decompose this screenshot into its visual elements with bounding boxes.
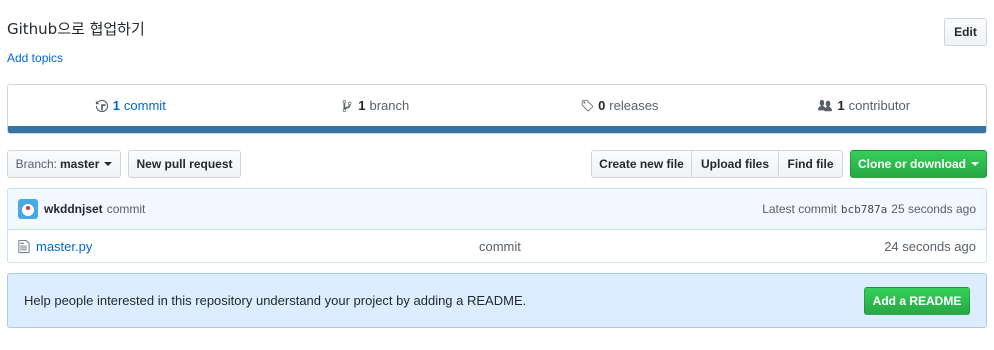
upload-files-button[interactable]: Upload files [691,150,779,178]
file-commit-message[interactable]: commit [479,239,521,254]
clone-or-download-button[interactable]: Clone or download [850,150,987,178]
new-pull-request-button[interactable]: New pull request [128,150,241,178]
commit-message[interactable]: commit [107,202,146,216]
edit-description-button[interactable]: Edit [944,18,987,46]
caret-down-icon [971,162,979,166]
readme-prompt-text: Help people interested in this repositor… [24,293,527,308]
releases-count: 0 [598,98,606,113]
latest-commit-bar: wkddnjset commit Latest commit bcb787a 2… [8,189,986,230]
commits-label: commit [123,98,166,113]
file-actions: Create new file Upload files Find file [591,150,843,178]
branch-prefix: Branch: [15,157,57,171]
file-name-link[interactable]: master.py [36,239,92,254]
repo-description-text: Github으로 협업하기 [7,20,145,38]
find-file-button[interactable]: Find file [778,150,843,178]
tag-icon [581,99,594,111]
avatar-nose [26,206,30,210]
branch-select-button[interactable]: Branch: master [7,150,121,178]
clone-or-download-label: Clone or download [858,157,966,171]
readme-prompt: Help people interested in this repositor… [7,273,987,328]
branches-count-link[interactable]: 1 branch [253,98,498,113]
language-bar[interactable] [8,126,986,133]
avatar[interactable] [18,199,38,219]
git-branch-icon [342,99,352,112]
contributors-label: contributor [848,98,911,113]
branch-name: master [60,157,100,171]
history-icon [95,99,108,112]
file-list: wkddnjset commit Latest commit bcb787a 2… [7,188,987,263]
commit-meta: Latest commit bcb787a 25 seconds ago [762,202,976,216]
commit-sha[interactable]: bcb787a [841,203,887,216]
add-readme-button[interactable]: Add a README [864,286,970,315]
branches-label: branch [369,98,410,113]
file-icon [18,239,30,254]
add-topics-link[interactable]: Add topics [7,51,63,65]
releases-label: releases [609,98,659,113]
people-icon [818,99,833,111]
branches-count: 1 [358,98,366,113]
commit-author[interactable]: wkddnjset [44,202,103,216]
table-row: master.py commit 24 seconds ago [8,230,986,262]
commits-count: 1 [112,98,120,113]
file-age: 24 seconds ago [884,239,976,254]
repo-summary: 1 commit 1 branch 0 releases 1 contribut… [7,84,987,134]
commit-age: 25 seconds ago [891,202,976,216]
releases-count-link[interactable]: 0 releases [497,98,742,113]
caret-down-icon [104,162,113,166]
latest-commit-prefix: Latest commit [762,202,837,216]
create-new-file-button[interactable]: Create new file [591,150,692,178]
commits-count-link[interactable]: 1 commit [8,98,253,113]
contributors-count-link[interactable]: 1 contributor [742,98,987,113]
repo-description: Github으로 협업하기 [7,18,145,39]
contributors-count: 1 [837,98,845,113]
